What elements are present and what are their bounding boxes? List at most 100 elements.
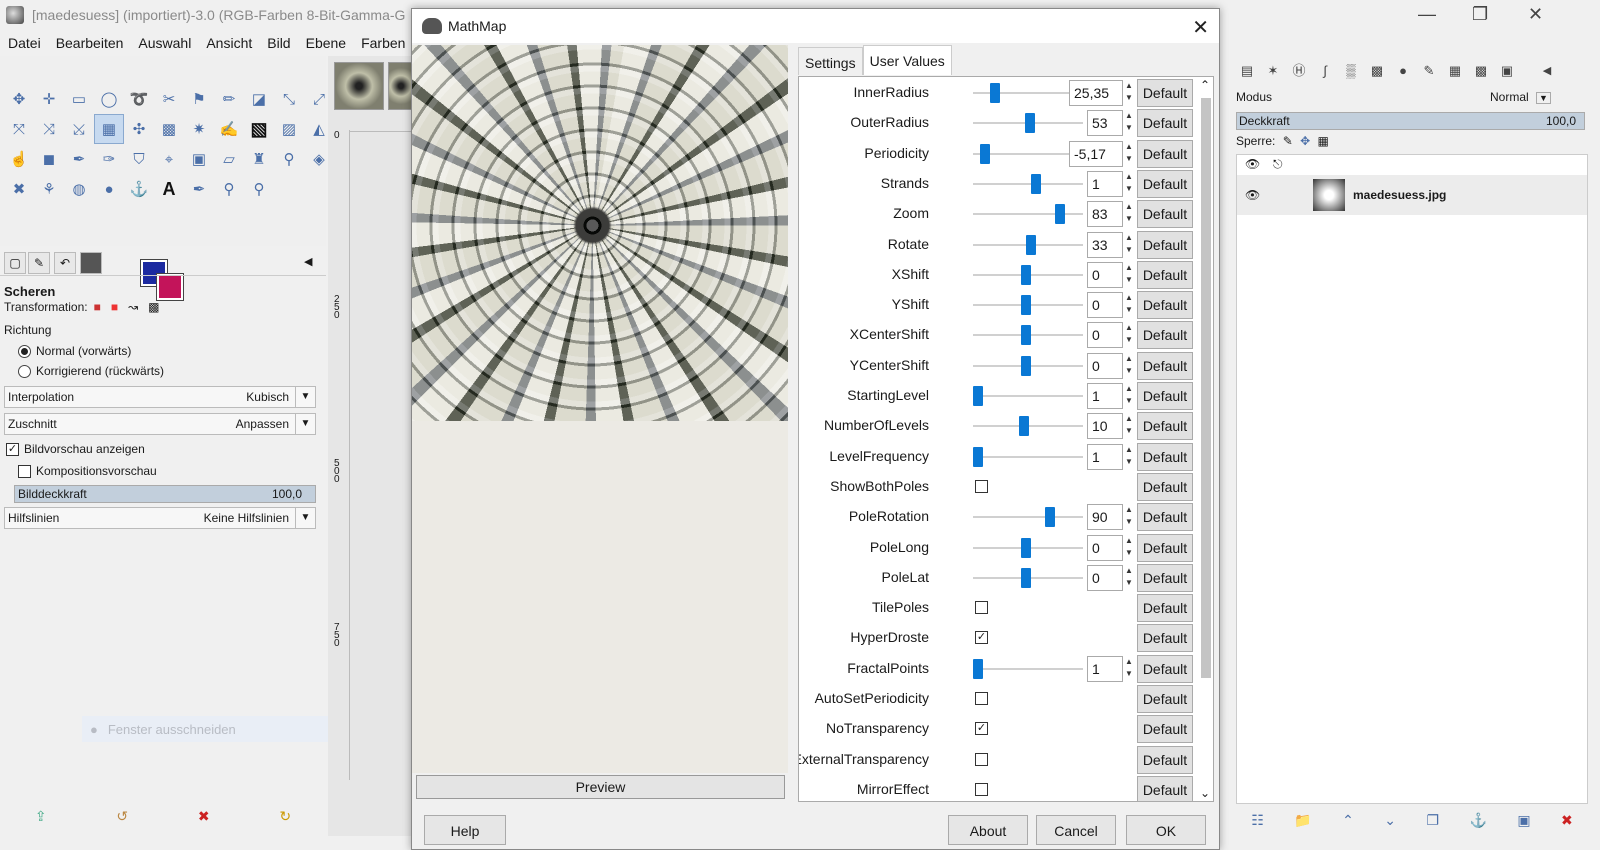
reset-options-icon[interactable]: ↻ bbox=[279, 808, 291, 830]
gradient-icon[interactable]: ▨ bbox=[274, 114, 304, 144]
paths-icon[interactable]: ⤡ bbox=[274, 84, 304, 114]
window-close-icon[interactable]: ✕ bbox=[1528, 4, 1543, 25]
param-slider-thumb[interactable] bbox=[1026, 234, 1036, 255]
pencil-icon[interactable]: ✑ bbox=[94, 144, 124, 174]
move-icon[interactable]: ✥ bbox=[4, 84, 34, 114]
warp-icon[interactable]: ✣ bbox=[124, 114, 154, 144]
text-tool-icon[interactable]: ▧ bbox=[244, 114, 274, 144]
minimize-icon[interactable]: — bbox=[1418, 4, 1436, 25]
param-checkbox[interactable] bbox=[975, 601, 988, 615]
layer-opacity-slider[interactable]: Deckkraft 100,0 bbox=[1236, 112, 1585, 130]
param-slider-thumb[interactable] bbox=[1021, 325, 1031, 346]
menu-farben[interactable]: Farben bbox=[353, 32, 412, 54]
delete-layer-icon[interactable]: ✖ bbox=[1561, 812, 1573, 829]
spin-arrows-icon[interactable]: ▲ ▼ bbox=[1123, 535, 1135, 561]
param-slider-thumb[interactable] bbox=[973, 658, 983, 679]
transform-path-icon[interactable]: ↝ bbox=[128, 300, 138, 314]
perspective-icon[interactable]: ▦ bbox=[94, 114, 124, 144]
lock-pixels-icon[interactable]: ✎ bbox=[1283, 134, 1293, 148]
show-preview-option[interactable]: ✓ Bildvorschau anzeigen bbox=[6, 442, 145, 456]
chevron-down-icon[interactable]: ▼ bbox=[295, 414, 315, 434]
lower-layer-icon[interactable]: ⌄ bbox=[1384, 812, 1396, 829]
heal-icon[interactable]: ♜ bbox=[244, 144, 274, 174]
param-slider-thumb[interactable] bbox=[1021, 295, 1031, 316]
param-default-button[interactable]: Default bbox=[1137, 412, 1193, 441]
param-value-input[interactable]: -5,17 bbox=[1069, 140, 1123, 167]
spin-arrows-icon[interactable]: ▲ ▼ bbox=[1123, 322, 1135, 348]
param-slider-thumb[interactable] bbox=[1021, 567, 1031, 588]
fuzzy-select-icon[interactable]: ✏ bbox=[214, 84, 244, 114]
scroll-down-icon[interactable]: ⌄ bbox=[1200, 786, 1210, 800]
new-group-icon[interactable]: 📁 bbox=[1294, 812, 1311, 829]
param-slider-thumb[interactable] bbox=[1021, 355, 1031, 376]
param-default-button[interactable]: Default bbox=[1137, 594, 1193, 623]
menu-bild[interactable]: Bild bbox=[259, 32, 297, 54]
guides-select[interactable]: Hilfslinien Keine Hilfslinien ▼ bbox=[4, 507, 316, 529]
param-slider-track[interactable] bbox=[973, 667, 1083, 670]
spin-arrows-icon[interactable]: ▲ ▼ bbox=[1123, 444, 1135, 470]
clip-select[interactable]: Zuschnitt Anpassen ▼ bbox=[4, 413, 316, 435]
lasso-icon[interactable]: ⚓ bbox=[124, 174, 154, 204]
images-tab-icon[interactable] bbox=[80, 252, 102, 274]
param-default-button[interactable]: Default bbox=[1137, 139, 1193, 168]
param-slider-thumb[interactable] bbox=[973, 446, 983, 467]
handle-icon[interactable]: ▩ bbox=[154, 114, 184, 144]
interpolation-select[interactable]: Interpolation Kubisch ▼ bbox=[4, 386, 316, 408]
param-default-button[interactable]: Default bbox=[1137, 654, 1193, 683]
param-slider-thumb[interactable] bbox=[1055, 204, 1065, 225]
foreground-select-icon[interactable]: ⚑ bbox=[184, 84, 214, 114]
param-default-button[interactable]: Default bbox=[1137, 775, 1193, 801]
param-checkbox[interactable] bbox=[975, 752, 988, 766]
param-default-button[interactable]: Default bbox=[1137, 351, 1193, 380]
param-value-input[interactable]: 1 bbox=[1087, 383, 1123, 409]
image-opacity-slider[interactable]: Bilddeckkraft 100,0 bbox=[14, 485, 316, 503]
menu-ansicht[interactable]: Ansicht bbox=[198, 32, 259, 54]
param-default-button[interactable]: Default bbox=[1137, 79, 1193, 107]
scroll-up-icon[interactable]: ⌃ bbox=[1200, 78, 1210, 92]
composite-preview-checkbox[interactable] bbox=[18, 464, 31, 478]
brush-tab-icon[interactable]: ● bbox=[1390, 58, 1416, 84]
smudge2-icon[interactable]: ✖ bbox=[4, 174, 34, 204]
spin-arrows-icon[interactable]: ▲ ▼ bbox=[1123, 262, 1135, 288]
image-thumbnail[interactable] bbox=[334, 62, 384, 110]
param-slider-track[interactable] bbox=[973, 213, 1083, 216]
mypaint-icon[interactable]: ▣ bbox=[184, 144, 214, 174]
param-default-button[interactable]: Default bbox=[1137, 715, 1193, 744]
transform-selection-icon[interactable]: ■ bbox=[111, 300, 118, 314]
param-default-button[interactable]: Default bbox=[1137, 624, 1193, 653]
layer-row[interactable]: 👁 maedesuess.jpg bbox=[1237, 175, 1587, 215]
tool-presets-tab-icon[interactable]: ✎ bbox=[1416, 58, 1442, 84]
lock-alpha-icon[interactable]: ▦ bbox=[1318, 134, 1329, 148]
about-button[interactable]: About bbox=[948, 815, 1028, 845]
layer-name[interactable]: maedesuess.jpg bbox=[1353, 188, 1446, 202]
preview-button[interactable]: Preview bbox=[416, 775, 785, 799]
patterns-tab-icon[interactable]: ▦ bbox=[1442, 58, 1468, 84]
param-slider-thumb[interactable] bbox=[990, 83, 1000, 103]
param-slider-track[interactable] bbox=[973, 182, 1083, 185]
cage-icon[interactable]: ✷ bbox=[184, 114, 214, 144]
text-icon[interactable]: A bbox=[154, 174, 184, 204]
scissors-icon[interactable]: ✂ bbox=[154, 84, 184, 114]
layers-dock-menu-icon[interactable]: ◀ bbox=[1534, 58, 1560, 84]
layers-tab-icon[interactable]: ▤ bbox=[1234, 58, 1260, 84]
param-slider-thumb[interactable] bbox=[1019, 416, 1029, 437]
cancel-button[interactable]: Cancel bbox=[1036, 815, 1116, 845]
param-value-input[interactable]: 10 bbox=[1087, 413, 1123, 440]
menu-bearbeiten[interactable]: Bearbeiten bbox=[48, 32, 131, 54]
chevron-down-icon[interactable]: ▼ bbox=[295, 387, 315, 407]
param-default-button[interactable]: Default bbox=[1137, 685, 1193, 713]
smudge-icon[interactable]: ☝ bbox=[4, 144, 34, 174]
chevron-down-icon[interactable]: ▼ bbox=[295, 508, 315, 528]
spin-arrows-icon[interactable]: ▲ ▼ bbox=[1123, 656, 1135, 682]
param-value-input[interactable]: 1 bbox=[1087, 655, 1123, 682]
scale-icon[interactable]: ⤩ bbox=[64, 114, 94, 144]
composite-preview-option[interactable]: Kompositionsvorschau bbox=[18, 464, 157, 478]
spin-arrows-icon[interactable]: ▲ ▼ bbox=[1123, 383, 1135, 409]
param-checkbox[interactable] bbox=[975, 782, 988, 796]
spin-arrows-icon[interactable]: ▲ ▼ bbox=[1123, 413, 1135, 439]
param-value-input[interactable]: 0 bbox=[1087, 564, 1123, 591]
undo-history-tab-icon[interactable]: ↶ bbox=[54, 252, 76, 274]
gradients-tab-icon[interactable]: ▒ bbox=[1338, 58, 1364, 84]
eraser-icon[interactable]: ◼ bbox=[34, 144, 64, 174]
brushes-tab-icon[interactable]: ✶ bbox=[1260, 58, 1286, 84]
